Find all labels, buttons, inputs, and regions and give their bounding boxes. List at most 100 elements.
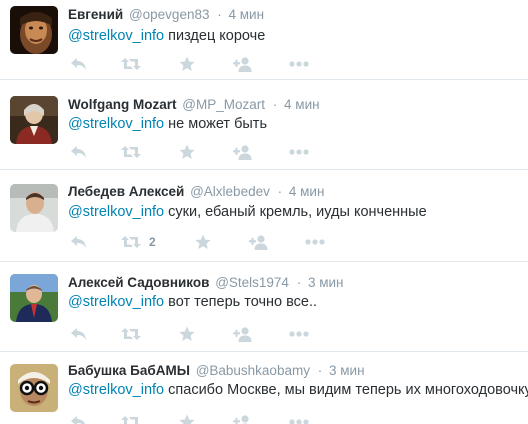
mention-link[interactable]: @strelkov_info xyxy=(68,28,164,44)
retweet-button[interactable] xyxy=(121,54,149,74)
tweet-actions: 2 xyxy=(70,232,330,252)
author-name[interactable]: Бабушка БабАМЫ xyxy=(68,363,190,378)
retweet-icon xyxy=(121,328,141,340)
more-button[interactable] xyxy=(289,324,309,344)
tweet-header: Алексей Садовников @Stels1974 · 3 мин xyxy=(68,274,344,292)
follow-button[interactable] xyxy=(249,232,269,252)
tweet-body: вот теперь точно все.. xyxy=(164,294,318,310)
author-name[interactable]: Евгений xyxy=(68,7,123,22)
author-handle[interactable]: @Alxlebedev xyxy=(190,184,270,199)
reply-button[interactable] xyxy=(70,142,87,162)
author-name[interactable]: Wolfgang Mozart xyxy=(68,97,177,112)
mention-link[interactable]: @strelkov_info xyxy=(68,116,164,132)
reply-button[interactable] xyxy=(70,324,87,344)
more-button[interactable] xyxy=(289,412,309,424)
retweet-icon xyxy=(121,416,141,424)
more-button[interactable] xyxy=(289,54,309,74)
tweet-timestamp[interactable]: 4 мин xyxy=(284,97,320,112)
reply-icon xyxy=(71,146,86,158)
star-icon xyxy=(179,414,195,424)
tweet-actions xyxy=(70,324,330,344)
tweet-timestamp[interactable]: 4 мин xyxy=(229,7,265,22)
tweet-feed: Евгений @opevgen83 · 4 мин @strelkov_inf… xyxy=(0,0,528,424)
tweet-item[interactable]: Алексей Садовников @Stels1974 · 3 мин @s… xyxy=(0,262,528,352)
star-icon xyxy=(179,56,195,71)
avatar[interactable] xyxy=(10,364,58,412)
follow-button[interactable] xyxy=(233,324,253,344)
avatar[interactable] xyxy=(10,274,58,322)
retweet-count: 2 xyxy=(149,235,156,249)
tweet-text: @strelkov_info спасибо Москве, мы видим … xyxy=(68,380,528,400)
tweet-item[interactable]: Лебедев Алексей @Alxlebedev · 4 мин @str… xyxy=(0,170,528,262)
more-button[interactable] xyxy=(305,232,325,252)
more-button[interactable] xyxy=(289,142,309,162)
tweet-header: Лебедев Алексей @Alxlebedev · 4 мин xyxy=(68,183,324,201)
author-handle[interactable]: @MP_Mozart xyxy=(182,97,265,112)
avatar[interactable] xyxy=(10,184,58,232)
follow-icon xyxy=(233,56,252,72)
reply-icon xyxy=(71,236,86,248)
tweet-item[interactable]: Бабушка БабАМЫ @Babushkaobamy · 3 мин @s… xyxy=(0,352,528,424)
follow-icon xyxy=(249,234,268,250)
retweet-icon xyxy=(121,236,141,248)
tweet-timestamp[interactable]: 3 мин xyxy=(308,275,344,290)
follow-icon xyxy=(233,144,252,160)
tweet-actions xyxy=(70,142,330,162)
star-icon xyxy=(179,144,195,159)
more-icon xyxy=(289,61,309,67)
mention-link[interactable]: @strelkov_info xyxy=(68,294,164,310)
more-icon xyxy=(289,149,309,155)
tweet-timestamp[interactable]: 4 мин xyxy=(289,184,325,199)
tweet-header: Бабушка БабАМЫ @Babushkaobamy · 3 мин xyxy=(68,362,365,380)
reply-button[interactable] xyxy=(70,232,87,252)
author-handle[interactable]: @opevgen83 xyxy=(129,7,210,22)
reply-icon xyxy=(71,58,86,70)
retweet-icon xyxy=(121,58,141,70)
more-icon xyxy=(289,331,309,337)
retweet-button[interactable] xyxy=(121,324,149,344)
follow-icon xyxy=(233,326,252,342)
avatar[interactable] xyxy=(10,6,58,54)
tweet-body: спасибо Москве, мы видим теперь их много… xyxy=(164,382,528,398)
favorite-button[interactable] xyxy=(179,412,195,424)
retweet-button[interactable] xyxy=(121,142,149,162)
follow-button[interactable] xyxy=(233,54,253,74)
star-icon xyxy=(179,326,195,341)
tweet-item[interactable]: Wolfgang Mozart @MP_Mozart · 4 мин @stre… xyxy=(0,80,528,170)
separator-dot: · xyxy=(296,275,302,290)
retweet-icon xyxy=(121,146,141,158)
tweet-actions xyxy=(70,412,330,424)
favorite-button[interactable] xyxy=(195,232,211,252)
more-icon xyxy=(305,239,325,245)
follow-button[interactable] xyxy=(233,142,253,162)
favorite-button[interactable] xyxy=(179,324,195,344)
tweet-text: @strelkov_info пиздец короче xyxy=(68,26,265,46)
author-name[interactable]: Лебедев Алексей xyxy=(68,184,184,199)
favorite-button[interactable] xyxy=(179,142,195,162)
reply-icon xyxy=(71,416,86,424)
retweet-button[interactable] xyxy=(121,412,149,424)
tweet-text: @strelkov_info суки, ебаный кремль, иуды… xyxy=(68,202,427,222)
separator-dot: · xyxy=(272,97,278,112)
retweet-button[interactable]: 2 xyxy=(121,232,156,252)
reply-button[interactable] xyxy=(70,412,87,424)
favorite-button[interactable] xyxy=(179,54,195,74)
tweet-body: не может быть xyxy=(164,116,267,132)
mention-link[interactable]: @strelkov_info xyxy=(68,204,164,220)
separator-dot: · xyxy=(217,7,222,22)
separator-dot: · xyxy=(277,184,283,199)
tweet-header: Wolfgang Mozart @MP_Mozart · 4 мин xyxy=(68,96,320,114)
tweet-body: пиздец короче xyxy=(164,28,266,44)
more-icon xyxy=(289,419,309,424)
tweet-item[interactable]: Евгений @opevgen83 · 4 мин @strelkov_inf… xyxy=(0,0,528,80)
author-handle[interactable]: @Stels1974 xyxy=(215,275,289,290)
reply-button[interactable] xyxy=(70,54,87,74)
author-handle[interactable]: @Babushkaobamy xyxy=(196,363,310,378)
follow-icon xyxy=(233,414,250,424)
mention-link[interactable]: @strelkov_info xyxy=(68,382,164,398)
tweet-body: суки, ебаный кремль, иуды конченные xyxy=(164,204,427,220)
tweet-timestamp[interactable]: 3 мин xyxy=(329,363,365,378)
avatar[interactable] xyxy=(10,96,58,144)
author-name[interactable]: Алексей Садовников xyxy=(68,275,209,290)
follow-button[interactable] xyxy=(233,412,253,424)
